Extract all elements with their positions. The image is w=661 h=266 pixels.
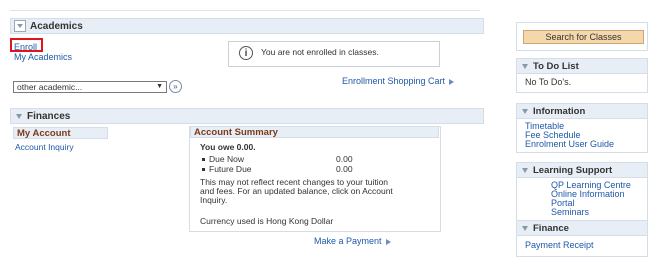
learning-support-links: QP Learning Centre Online Information Po…: [517, 178, 647, 220]
shopping-cart-label: Enrollment Shopping Cart: [342, 76, 446, 86]
note-line: and fees. For an updated balance, click …: [200, 186, 393, 196]
todo-panel: To Do List No To Do's.: [516, 58, 648, 93]
finances-section-header[interactable]: Finances: [10, 108, 484, 124]
collapse-icon[interactable]: [522, 167, 528, 173]
information-header[interactable]: Information: [517, 104, 647, 119]
todo-title: To Do List: [533, 60, 579, 72]
information-links: Timetable Fee Schedule Enrolment User Gu…: [517, 119, 647, 152]
collapse-icon[interactable]: [522, 108, 528, 114]
collapse-icon[interactable]: [522, 225, 528, 231]
finance-links: Payment Receipt: [517, 236, 647, 256]
account-inquiry-link[interactable]: Account Inquiry: [15, 142, 74, 152]
note-line: Inquiry.: [200, 195, 228, 205]
collapse-icon[interactable]: [14, 20, 26, 32]
owe-text: You owe 0.00.: [200, 142, 256, 152]
information-panel: Information Timetable Fee Schedule Enrol…: [516, 103, 648, 153]
make-payment-label: Make a Payment: [314, 236, 382, 246]
learning-support-header[interactable]: Learning Support: [517, 163, 647, 178]
account-summary-title: Account Summary: [194, 126, 278, 138]
info-message-box: i You are not enrolled in classes.: [228, 41, 440, 67]
other-academic-select[interactable]: other academic... ▼: [13, 81, 167, 93]
finance-title: Finance: [533, 222, 569, 234]
double-chevron-right-icon: »: [173, 82, 178, 91]
tab-my-account[interactable]: My Account: [13, 127, 108, 139]
payment-receipt-link[interactable]: Payment Receipt: [525, 240, 594, 250]
row-label: Due Now: [209, 154, 244, 164]
collapse-icon[interactable]: [16, 113, 22, 119]
info-icon: i: [239, 46, 253, 60]
chevron-down-icon: ▼: [156, 83, 163, 90]
enrolment-user-guide-link[interactable]: Enrolment User Guide: [525, 139, 614, 149]
currency-note: Currency used is Hong Kong Dollar: [200, 216, 334, 226]
my-account-label: My Account: [17, 127, 71, 139]
other-academic-value: other academic...: [17, 82, 83, 92]
arrow-right-icon: [449, 78, 455, 85]
seminars-link[interactable]: Seminars: [551, 207, 589, 217]
finances-title: Finances: [27, 110, 71, 122]
summary-row: Future Due: [202, 164, 252, 174]
row-label: Future Due: [209, 164, 252, 174]
learning-support-panel: Learning Support QP Learning Centre Onli…: [516, 162, 648, 221]
summary-row: Due Now: [202, 154, 244, 164]
bullet-icon: [202, 158, 205, 162]
information-title: Information: [533, 105, 586, 117]
row-value: 0.00: [336, 154, 353, 164]
todo-header[interactable]: To Do List: [517, 59, 647, 74]
enrollment-shopping-cart-link[interactable]: Enrollment Shopping Cart: [342, 76, 455, 86]
top-divider: [10, 10, 480, 11]
bullet-icon: [202, 168, 205, 172]
row-value: 0.00: [336, 164, 353, 174]
finance-header[interactable]: Finance: [517, 221, 647, 236]
finance-panel: Finance Payment Receipt: [516, 220, 648, 257]
learning-support-title: Learning Support: [533, 164, 613, 176]
academics-section-header[interactable]: Academics: [10, 18, 484, 34]
todo-body: No To Do's.: [517, 74, 647, 92]
balance-note: This may not reflect recent changes to y…: [200, 178, 430, 205]
info-message-text: You are not enrolled in classes.: [261, 47, 379, 57]
academics-title: Academics: [30, 20, 83, 32]
go-button[interactable]: »: [169, 80, 182, 93]
search-for-classes-button[interactable]: Search for Classes: [523, 30, 644, 44]
arrow-right-icon: [385, 238, 391, 245]
collapse-icon[interactable]: [522, 63, 528, 69]
todo-empty-text: No To Do's.: [525, 77, 572, 87]
make-payment-link[interactable]: Make a Payment: [314, 236, 391, 246]
online-information-portal-link[interactable]: Online Information Portal: [551, 189, 625, 208]
account-summary-header: Account Summary: [190, 126, 439, 138]
my-academics-link[interactable]: My Academics: [14, 52, 72, 62]
enroll-highlight: [10, 38, 43, 52]
